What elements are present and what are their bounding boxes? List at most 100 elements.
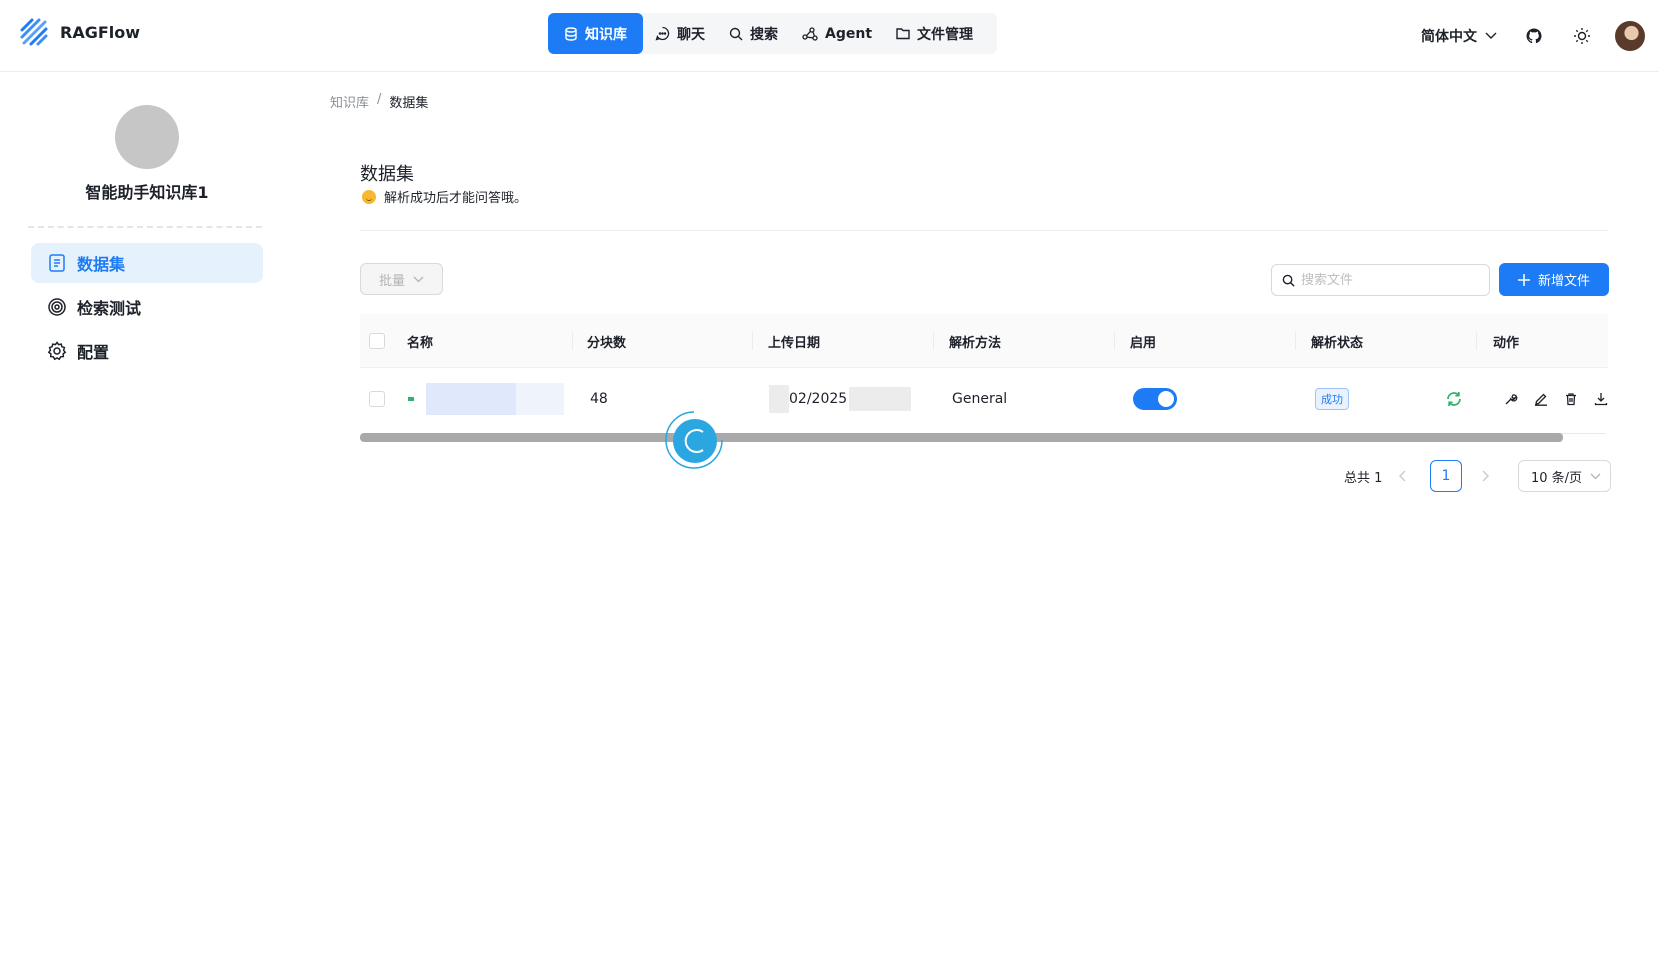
chevron-down-icon — [413, 276, 424, 282]
content-divider — [360, 230, 1608, 231]
nav-label: Agent — [825, 25, 873, 42]
loading-spinner-icon — [665, 411, 723, 469]
brand[interactable]: RAGFlow — [18, 12, 140, 52]
download-button[interactable] — [1594, 392, 1608, 406]
refresh-icon[interactable] — [1445, 390, 1463, 408]
sidebar-item-label: 检索测试 — [77, 299, 142, 318]
chevron-left-icon[interactable] — [1398, 470, 1406, 482]
sidebar-menu: 数据集 检索测试 配置 — [31, 243, 263, 375]
sidebar-item-label: 配置 — [77, 343, 110, 362]
sidebar-item-configuration[interactable]: 配置 — [31, 331, 263, 371]
column-header-upload-date[interactable]: 上传日期 — [768, 314, 820, 368]
github-button[interactable] — [1519, 21, 1549, 51]
pencil-icon — [1535, 393, 1547, 406]
bulk-actions-dropdown[interactable]: 批量 — [360, 263, 443, 295]
agent-graph-icon — [802, 26, 818, 41]
search-input[interactable] — [1301, 272, 1481, 288]
sidebar: 智能助手知识库1 数据集 检索测试 配置 — [0, 73, 290, 956]
search-icon — [729, 27, 743, 40]
pagination-current-page[interactable]: 1 — [1430, 460, 1462, 492]
breadcrumb: 知识库 / 数据集 — [330, 92, 428, 111]
nav-chat[interactable]: 聊天 — [643, 13, 717, 54]
column-header-enabled[interactable]: 启用 — [1130, 314, 1156, 368]
sidebar-item-dataset[interactable]: 数据集 — [31, 243, 263, 283]
nav-label: 文件管理 — [917, 26, 974, 43]
ragflow-logo-icon — [20, 18, 48, 46]
plus-icon — [1517, 273, 1530, 286]
chevron-right-icon[interactable] — [1482, 470, 1490, 482]
table-header: 名称 分块数 上传日期 解析方法 启用 解析状态 动作 — [360, 314, 1608, 368]
delete-button[interactable] — [1564, 392, 1578, 406]
theme-toggle-button[interactable] — [1567, 21, 1597, 51]
date-redacted — [849, 387, 912, 411]
tool-action-button[interactable] — [1504, 392, 1518, 406]
column-header-parse-status[interactable]: 解析状态 — [1311, 314, 1363, 368]
file-name-redacted — [426, 383, 516, 415]
upload-date-cell: 02/2025 — [769, 369, 912, 429]
edit-button[interactable] — [1534, 392, 1548, 406]
main-nav: 知识库 聊天 搜索 Agent 文件管理 — [548, 13, 998, 54]
page-title: 数据集 — [360, 164, 414, 185]
breadcrumb-root[interactable]: 知识库 — [330, 92, 369, 111]
add-file-label: 新增文件 — [1537, 274, 1590, 289]
column-header-actions: 动作 — [1493, 335, 1520, 351]
column-header-name[interactable]: 名称 — [407, 314, 433, 368]
table-row[interactable]: 48 02/2025 General 成功 — [360, 369, 1608, 429]
enabled-cell — [1133, 369, 1177, 429]
nav-label: 聊天 — [677, 26, 705, 43]
row-checkbox[interactable] — [369, 391, 385, 407]
nav-label: 搜索 — [750, 26, 778, 43]
column-separator — [1295, 332, 1296, 350]
breadcrumb-current: 数据集 — [389, 96, 429, 111]
file-type-icon — [408, 397, 414, 401]
language-selector[interactable]: 简体中文 — [1421, 26, 1497, 46]
bulk-label: 批量 — [378, 273, 405, 289]
nav-search[interactable]: 搜索 — [717, 13, 790, 54]
wrench-icon — [1505, 394, 1518, 405]
language-label: 简体中文 — [1421, 29, 1477, 45]
upload-date: 02/2025 — [789, 391, 848, 407]
file-name-cell[interactable] — [408, 369, 564, 429]
nav-file-management[interactable]: 文件管理 — [884, 13, 985, 54]
nav-knowledge-base[interactable]: 知识库 — [548, 13, 643, 54]
github-icon — [1526, 28, 1542, 44]
sidebar-item-label: 数据集 — [77, 255, 126, 274]
search-icon — [1282, 274, 1295, 287]
chunk-count-cell: 48 — [590, 391, 608, 407]
column-separator — [572, 332, 573, 350]
chevron-down-icon — [1485, 32, 1497, 39]
knowledge-base-avatar — [115, 105, 179, 169]
parse-method-cell: General — [952, 391, 1008, 407]
gear-icon — [47, 341, 67, 361]
select-all-cell — [369, 314, 385, 368]
chat-icon — [655, 26, 670, 41]
horizontal-scrollbar-thumb[interactable] — [360, 433, 1563, 442]
nav-label: 知识库 — [585, 26, 627, 43]
sun-icon — [1574, 28, 1590, 44]
trash-icon — [1566, 393, 1576, 406]
enabled-toggle[interactable] — [1133, 388, 1177, 410]
status-badge: 成功 — [1315, 388, 1349, 410]
column-separator — [1114, 332, 1115, 350]
database-icon — [565, 26, 577, 41]
sidebar-divider — [28, 226, 262, 228]
file-search-box[interactable] — [1271, 264, 1490, 296]
sidebar-item-retrieval-test[interactable]: 检索测试 — [31, 287, 263, 327]
column-separator — [933, 332, 934, 350]
column-header-parse-method[interactable]: 解析方法 — [949, 314, 1001, 368]
page-size-selector[interactable]: 10 条/页 — [1518, 460, 1611, 492]
knowledge-base-name: 智能助手知识库1 — [85, 183, 209, 202]
add-file-button[interactable]: 新增文件 — [1499, 263, 1609, 296]
smile-emoji-icon — [362, 189, 376, 204]
column-header-chunks[interactable]: 分块数 — [587, 314, 626, 368]
user-avatar[interactable] — [1615, 21, 1645, 51]
page-subtitle: 解析成功后才能问答哦。 — [362, 187, 527, 206]
reparse-cell — [1445, 369, 1463, 429]
header-right: 简体中文 — [1421, 18, 1645, 54]
brand-name: RAGFlow — [60, 22, 141, 42]
pagination-total: 总共 1 — [1344, 471, 1383, 486]
target-icon — [48, 298, 66, 316]
select-all-checkbox[interactable] — [369, 333, 385, 349]
nav-agent[interactable]: Agent — [790, 13, 884, 54]
document-icon — [49, 254, 65, 272]
